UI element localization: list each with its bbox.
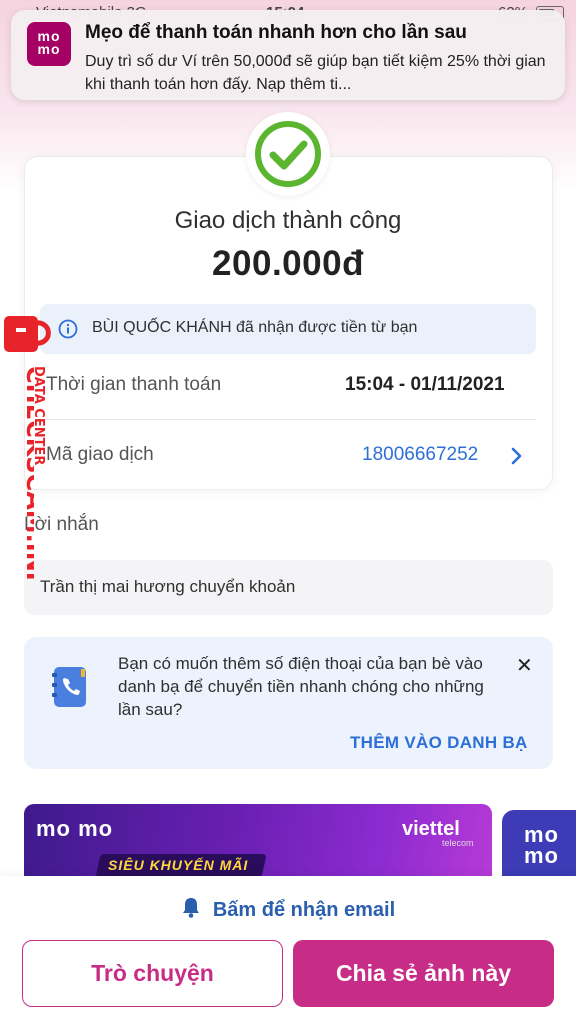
message-label: Lời nhắn bbox=[24, 514, 99, 535]
add-to-contacts-button[interactable]: THÊM VÀO DANH BẠ bbox=[350, 733, 528, 753]
chevron-right-icon[interactable] bbox=[510, 446, 524, 471]
payment-time-label: Thời gian thanh toán bbox=[46, 374, 222, 395]
suggestion-text: Bạn có muốn thêm số điện thoại của bạn b… bbox=[118, 654, 484, 719]
message-box: Trần thị mai hương chuyển khoản bbox=[24, 560, 553, 615]
watermark-subtext: DATA CENTER bbox=[31, 366, 46, 465]
transaction-amount: 200.000đ bbox=[212, 244, 364, 283]
transaction-id-label: Mã giao dịch bbox=[46, 444, 154, 465]
share-image-button[interactable]: Chia sẻ ảnh này bbox=[293, 940, 554, 1007]
close-icon[interactable]: ✕ bbox=[516, 653, 533, 678]
email-receipt-button[interactable]: Bấm để nhận email bbox=[0, 896, 576, 924]
recipient-info-text: BÙI QUỐC KHÁNH đã nhận được tiền từ bạn bbox=[92, 319, 418, 336]
promo-tag: SIÊU KHUYẾN MÃI bbox=[108, 857, 249, 873]
bell-icon bbox=[181, 896, 201, 924]
lock-icon bbox=[4, 308, 62, 359]
add-contact-suggestion: Bạn có muốn thêm số điện thoại của bạn b… bbox=[24, 637, 553, 769]
email-receipt-label: Bấm để nhận email bbox=[212, 899, 396, 921]
success-check-icon bbox=[246, 112, 330, 196]
recipient-info-banner: BÙI QUỐC KHÁNH đã nhận được tiền từ bạn bbox=[40, 304, 536, 354]
bottom-actions: Bấm để nhận email Trò chuyện Chia sẻ ảnh… bbox=[0, 876, 576, 1024]
viettel-subtitle: telecom bbox=[442, 838, 474, 848]
message-text: Trần thị mai hương chuyển khoản bbox=[40, 577, 296, 596]
transaction-status: Giao dịch thành công bbox=[174, 207, 402, 234]
payment-time-value: 15:04 - 01/11/2021 bbox=[345, 374, 505, 395]
momo-logo: mo mo bbox=[524, 822, 559, 868]
notification-title: Mẹo để thanh toán nhanh hơn cho lần sau bbox=[85, 22, 467, 43]
promo-banner-next[interactable]: mo mo bbox=[502, 810, 576, 884]
notification-body: Duy trì số dư Ví trên 50,000đ sẽ giúp bạ… bbox=[85, 53, 546, 93]
transaction-id-link[interactable]: 18006667252 bbox=[362, 444, 478, 466]
svg-text:DATA CENTER: DATA CENTER bbox=[31, 366, 46, 465]
promo-banner[interactable]: mo mo viettel telecom SIÊU KHUYẾN MÃI bbox=[24, 804, 492, 884]
phone-book-icon bbox=[50, 665, 90, 714]
momo-logo: mo mo bbox=[36, 816, 114, 841]
push-notification[interactable]: mo mo Mẹo để thanh toán nhanh hơn cho lầ… bbox=[11, 10, 565, 100]
chat-button[interactable]: Trò chuyện bbox=[22, 940, 283, 1007]
divider bbox=[40, 419, 536, 420]
momo-logo: mo mo bbox=[27, 22, 71, 66]
